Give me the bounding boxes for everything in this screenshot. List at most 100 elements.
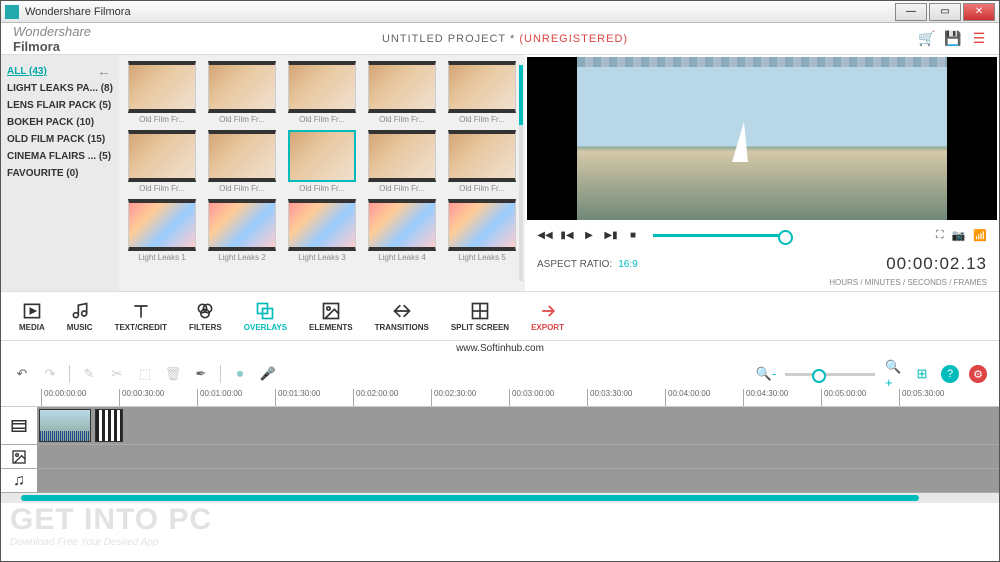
zoom-fit-button[interactable]: ⊞	[913, 365, 931, 383]
category-item[interactable]: LIGHT LEAKS PA... (8)	[7, 80, 113, 97]
library-thumbnail[interactable]: Old Film Fr...	[365, 61, 439, 124]
save-icon[interactable]: 💾	[945, 31, 961, 47]
preview-panel: ◀◀ ▮◀ ▶ ▶▮ ■ ⛶ 📷 📶 ASPECT RATIO: 16:9 00…	[525, 55, 999, 291]
timeline: 00:00:00:0000:00:30:0000:01:00:0000:01:3…	[1, 389, 999, 561]
crop-button[interactable]: ⬚	[136, 365, 154, 383]
help-button[interactable]: ?	[941, 365, 959, 383]
ruler-tick: 00:04:30:00	[743, 389, 821, 406]
undo-button[interactable]: ↶	[13, 365, 31, 383]
text-icon	[131, 301, 151, 321]
tab-filters[interactable]: FILTERS	[183, 299, 228, 334]
tab-transitions[interactable]: TRANSITIONS	[369, 299, 435, 334]
category-item[interactable]: FAVOURITE (0)	[7, 165, 113, 182]
window-maximize-button[interactable]: ▭	[929, 3, 961, 21]
voiceover-button[interactable]: 🎤	[259, 365, 277, 383]
redo-button[interactable]: ↷	[41, 365, 59, 383]
tab-overlays[interactable]: OVERLAYS	[238, 299, 293, 334]
tab-text[interactable]: TEXT/CREDIT	[109, 299, 173, 334]
library-thumbnail[interactable]: Old Film Fr...	[445, 130, 519, 193]
library-thumbnail[interactable]: Old Film Fr...	[205, 61, 279, 124]
stop-button[interactable]: ■	[625, 227, 641, 243]
tab-split[interactable]: SPLIT SCREEN	[445, 299, 515, 334]
delete-button[interactable]: 🗑	[164, 365, 182, 383]
snapshot-icon[interactable]: 📷	[952, 229, 966, 242]
timeline-h-scrollbar[interactable]	[1, 493, 999, 503]
audio-track-icon: ♫	[1, 469, 37, 492]
library-thumbnail[interactable]: Old Film Fr...	[285, 130, 359, 193]
tab-label: TRANSITIONS	[375, 323, 429, 332]
category-item[interactable]: CINEMA FLAIRS ... (5)	[7, 148, 113, 165]
tab-label: OVERLAYS	[244, 323, 287, 332]
category-item[interactable]: BOKEH PACK (10)	[7, 114, 113, 131]
window-close-button[interactable]: ✕	[963, 3, 995, 21]
aspect-ratio-value[interactable]: 16:9	[618, 259, 637, 270]
library-thumbnail[interactable]: Old Film Fr...	[285, 61, 359, 124]
library-thumbnail[interactable]: Old Film Fr...	[365, 130, 439, 193]
ruler-tick: 00:02:30:00	[431, 389, 509, 406]
library-thumbnail[interactable]: Light Leaks 2	[205, 199, 279, 262]
cut-button[interactable]: ✂	[108, 365, 126, 383]
library-thumbnail[interactable]: Light Leaks 4	[365, 199, 439, 262]
timeline-toolbar: ↶ ↷ ✎ ✂ ⬚ 🗑 ✒ ⏺ 🎤 🔍- 🔍+ ⊞ ? ⚙	[1, 359, 999, 389]
tab-export[interactable]: EXPORT	[525, 299, 570, 334]
signal-icon[interactable]: 📶	[973, 229, 987, 242]
timeline-ruler[interactable]: 00:00:00:0000:00:30:0000:01:00:0000:01:3…	[1, 389, 999, 407]
overlays-icon	[255, 301, 275, 321]
library-thumbnail[interactable]: Old Film Fr...	[125, 61, 199, 124]
overlay-track[interactable]	[1, 445, 999, 469]
library-thumbnail[interactable]: Old Film Fr...	[445, 61, 519, 124]
library-panel: ← ALL (43)LIGHT LEAKS PA... (8)LENS FLAI…	[1, 55, 525, 291]
app-icon	[5, 5, 19, 19]
sidebar-back-icon[interactable]: ←	[97, 63, 111, 79]
category-item[interactable]: LENS FLAIR PACK (5)	[7, 97, 113, 114]
window-title: Wondershare Filmora	[25, 6, 893, 18]
library-thumbnail[interactable]: Old Film Fr...	[205, 130, 279, 193]
record-button[interactable]: ⏺	[231, 365, 249, 383]
overlay-clip[interactable]	[95, 409, 123, 442]
video-track[interactable]	[1, 407, 999, 445]
library-thumbnail[interactable]: Light Leaks 5	[445, 199, 519, 262]
edit-button[interactable]: ✎	[80, 365, 98, 383]
category-item[interactable]: OLD FILM PACK (15)	[7, 131, 113, 148]
tab-label: FILTERS	[189, 323, 222, 332]
prev-frame-button[interactable]: ◀◀	[537, 227, 553, 243]
window-minimize-button[interactable]: —	[895, 3, 927, 21]
ruler-tick: 00:05:30:00	[899, 389, 977, 406]
settings-button[interactable]: ⚙	[969, 365, 987, 383]
step-back-button[interactable]: ▮◀	[559, 227, 575, 243]
tab-label: SPLIT SCREEN	[451, 323, 509, 332]
tab-media[interactable]: MEDIA	[13, 299, 51, 334]
ruler-tick: 00:01:30:00	[275, 389, 353, 406]
ruler-tick: 00:04:00:00	[665, 389, 743, 406]
aspect-ratio-label: ASPECT RATIO:	[537, 259, 612, 270]
tool-tabs: MEDIA MUSIC TEXT/CREDIT FILTERS OVERLAYS ELEM…	[1, 291, 999, 341]
ruler-tick: 00:00:00:00	[41, 389, 119, 406]
marker-button[interactable]: ✒	[192, 365, 210, 383]
progress-slider[interactable]	[653, 234, 783, 237]
ruler-tick: 00:05:00:00	[821, 389, 899, 406]
menu-icon[interactable]: ☰	[971, 31, 987, 47]
zoom-slider[interactable]	[785, 373, 875, 376]
library-thumbnail[interactable]: Light Leaks 1	[125, 199, 199, 262]
tab-elements[interactable]: ELEMENTS	[303, 299, 359, 334]
ruler-tick: 00:00:30:00	[119, 389, 197, 406]
zoom-out-button[interactable]: 🔍-	[757, 365, 775, 383]
tab-label: TEXT/CREDIT	[115, 323, 167, 332]
fullscreen-icon[interactable]: ⛶	[936, 229, 944, 242]
tab-music[interactable]: MUSIC	[61, 299, 99, 334]
category-sidebar: ← ALL (43)LIGHT LEAKS PA... (8)LENS FLAI…	[1, 55, 119, 291]
ruler-tick: 00:01:00:00	[197, 389, 275, 406]
library-scrollbar[interactable]	[519, 65, 523, 281]
zoom-in-button[interactable]: 🔍+	[885, 365, 903, 383]
preview-video[interactable]	[527, 57, 997, 220]
video-clip[interactable]	[39, 409, 91, 442]
tab-label: MEDIA	[19, 323, 45, 332]
cart-icon[interactable]: 🛒	[919, 31, 935, 47]
audio-track[interactable]: ♫	[1, 469, 999, 493]
library-thumbnail[interactable]: Light Leaks 3	[285, 199, 359, 262]
play-button[interactable]: ▶	[581, 227, 597, 243]
library-thumbnail[interactable]: Old Film Fr...	[125, 130, 199, 193]
step-fwd-button[interactable]: ▶▮	[603, 227, 619, 243]
project-title: UNTITLED PROJECT * (UNREGISTERED)	[91, 33, 919, 45]
timecode-units: HOURS / MINUTES / SECONDS / FRAMES	[527, 278, 997, 291]
